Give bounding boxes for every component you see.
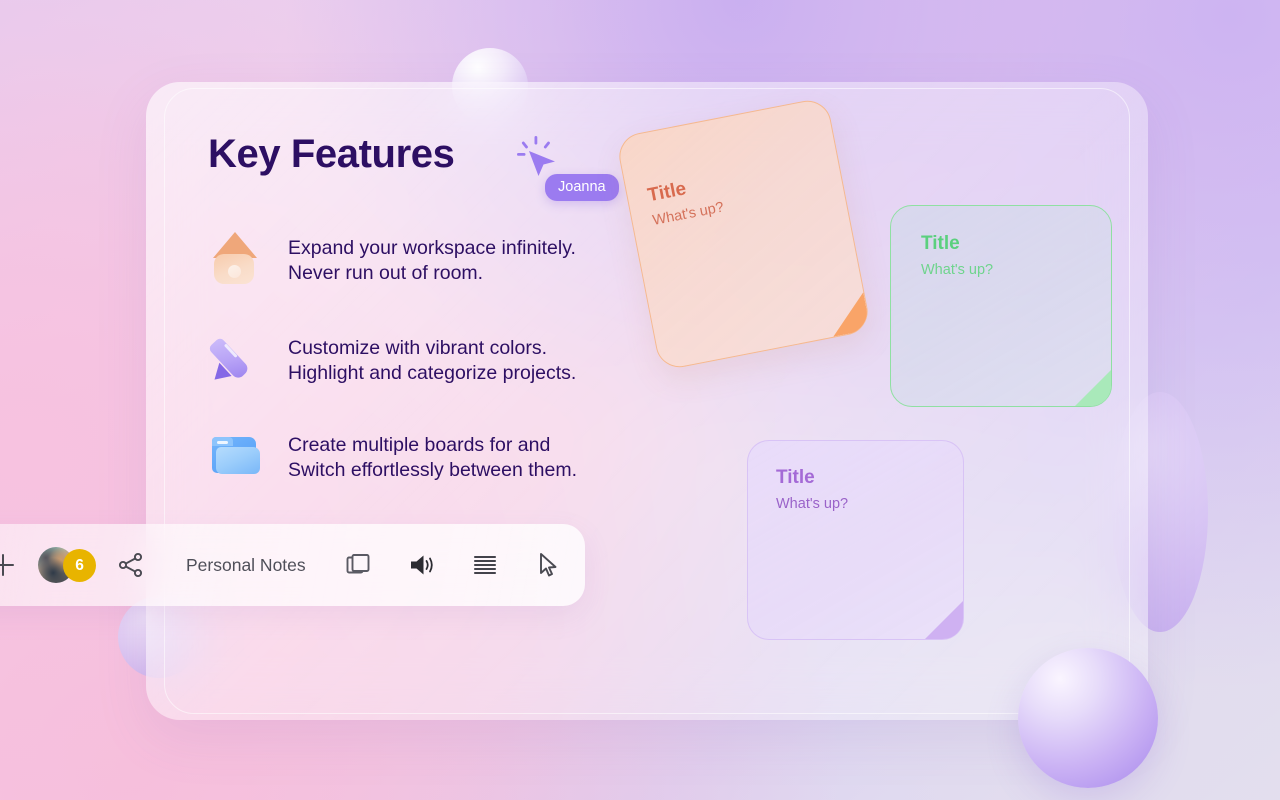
pencil-icon [207, 330, 262, 387]
sticky-note-purple[interactable]: Title What's up? [747, 440, 964, 640]
feature-text: Expand your workspace infinitely. Never … [288, 237, 576, 284]
house-icon [208, 230, 262, 286]
folder-icon [208, 427, 262, 483]
feature-text: Customize with vibrant colors. Highlight… [288, 337, 577, 384]
list-lines-icon[interactable] [470, 550, 500, 580]
sticky-note-title: Title [776, 467, 815, 488]
share-icon[interactable] [118, 552, 144, 578]
pointer-icon[interactable] [533, 550, 563, 580]
sticky-note-body: What's up? [776, 496, 849, 512]
decorative-sphere-large [1018, 648, 1158, 788]
sticky-note-green[interactable]: Title What's up? [890, 205, 1112, 407]
sticky-note-body: What's up? [921, 262, 994, 278]
sticky-note-orange[interactable]: Title What's up? [615, 96, 872, 372]
feature-item: Expand your workspace infinitely. Never … [208, 230, 576, 286]
sticky-note-title: Title [921, 233, 960, 254]
bottom-toolbar: 6 Personal Notes [0, 524, 585, 606]
duplicate-icon[interactable] [344, 550, 374, 580]
sticky-note-title: Title [645, 178, 689, 207]
toolbar-tools [344, 550, 563, 580]
feature-item: Create multiple boards for and Switch ef… [208, 427, 577, 483]
collaborator-name-pill: Joanna [545, 174, 619, 201]
plus-icon[interactable] [0, 554, 14, 576]
sticky-note-fold-corner [925, 601, 963, 639]
feature-item: Customize with vibrant colors. Highlight… [207, 330, 577, 387]
volume-icon[interactable] [407, 550, 437, 580]
feature-text: Create multiple boards for and Switch ef… [288, 434, 578, 481]
collaborator-count-badge[interactable]: 6 [63, 549, 96, 582]
app-canvas: Key Features Joanna Expand your workspac… [0, 0, 1280, 800]
board-name-label[interactable]: Personal Notes [186, 555, 306, 576]
collaborators-group[interactable]: 6 [38, 547, 104, 583]
page-title: Key Features [208, 132, 455, 176]
